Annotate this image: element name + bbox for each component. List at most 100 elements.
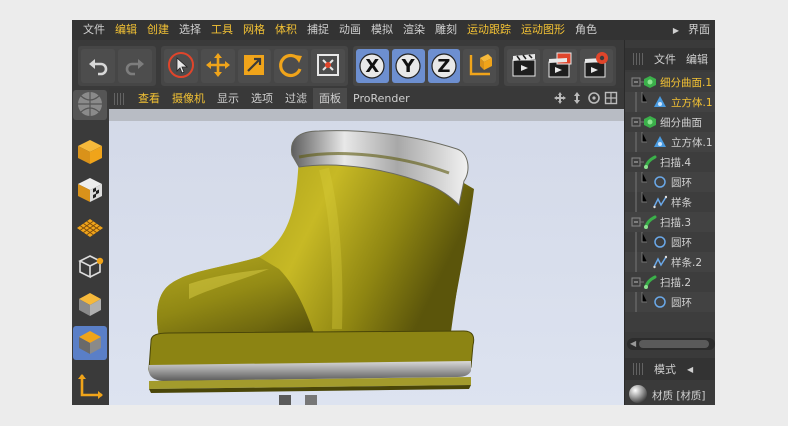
model-mode-button[interactable] bbox=[73, 136, 107, 170]
cube-icon bbox=[75, 137, 105, 170]
transform-button[interactable] bbox=[311, 49, 345, 83]
tree-row[interactable]: 扫描.4 bbox=[625, 152, 715, 172]
menu-item-10[interactable]: 渲染 bbox=[398, 20, 430, 40]
cube-object-icon bbox=[653, 95, 667, 112]
material-sphere-icon bbox=[628, 384, 648, 406]
scrollbar-thumb[interactable] bbox=[639, 340, 709, 348]
axis-mode-button[interactable] bbox=[73, 370, 107, 404]
redo-button[interactable] bbox=[118, 49, 152, 83]
edges-mode-button[interactable] bbox=[73, 288, 107, 322]
tree-row[interactable]: 圆环 bbox=[625, 292, 715, 312]
scale-button[interactable] bbox=[237, 49, 272, 83]
menu-item-7[interactable]: 捕捉 bbox=[302, 20, 334, 40]
render-picture-viewer-button[interactable] bbox=[543, 49, 577, 83]
viewport-solo-button[interactable] bbox=[73, 90, 107, 120]
edge-cube-icon bbox=[75, 289, 105, 322]
pan-icon[interactable] bbox=[553, 91, 567, 108]
workplane-mode-button[interactable] bbox=[73, 212, 107, 246]
x-axis-label: X bbox=[365, 56, 380, 77]
viewport-menu-6[interactable]: ProRender bbox=[347, 88, 416, 109]
redo-icon bbox=[123, 53, 147, 80]
triangle-right-icon: ▶ bbox=[672, 25, 679, 35]
layout-menu-label: 界面 bbox=[688, 23, 710, 36]
undo-icon bbox=[86, 53, 110, 80]
tree-row[interactable]: 扫描.2 bbox=[625, 272, 715, 292]
y-axis-label: Y bbox=[401, 56, 415, 77]
3d-viewport[interactable] bbox=[109, 109, 624, 405]
menu-item-3[interactable]: 选择 bbox=[174, 20, 206, 40]
scale-icon bbox=[241, 52, 267, 81]
circle-spline-icon bbox=[653, 295, 667, 312]
viewport-menu-4[interactable]: 过滤 bbox=[279, 88, 313, 109]
tree-row[interactable]: 圆环 bbox=[625, 232, 715, 252]
tree-row[interactable]: 细分曲面 bbox=[625, 112, 715, 132]
menu-item-5[interactable]: 网格 bbox=[238, 20, 270, 40]
mode-menu[interactable]: 模式 bbox=[649, 361, 681, 377]
points-mode-button[interactable] bbox=[73, 250, 107, 284]
x-axis-button[interactable]: X bbox=[356, 49, 389, 83]
viewport-menu-5[interactable]: 面板 bbox=[313, 88, 347, 109]
triangle-right-icon[interactable]: ◀ bbox=[687, 365, 693, 374]
move-button[interactable] bbox=[200, 49, 235, 83]
menu-item-2[interactable]: 创建 bbox=[142, 20, 174, 40]
cursor-selection-icon bbox=[166, 50, 196, 83]
coordinate-system-button[interactable] bbox=[463, 49, 496, 83]
menu-item-8[interactable]: 动画 bbox=[334, 20, 366, 40]
menu-item-6[interactable]: 体积 bbox=[270, 20, 302, 40]
render-view-button[interactable] bbox=[507, 49, 541, 83]
zoom-icon[interactable] bbox=[570, 91, 584, 108]
undo-redo-group bbox=[78, 46, 156, 86]
undo-button[interactable] bbox=[81, 49, 115, 83]
render-settings-button[interactable] bbox=[579, 49, 613, 83]
tree-item-label: 扫描.4 bbox=[660, 156, 692, 169]
object-tree-scrollbar[interactable]: ◀ bbox=[627, 338, 715, 350]
render-viewer-icon bbox=[545, 50, 575, 83]
menu-item-12[interactable]: 运动跟踪 bbox=[462, 20, 516, 40]
polygons-mode-button[interactable] bbox=[73, 326, 107, 360]
panel-grip-icon bbox=[633, 363, 643, 375]
texture-mode-button[interactable] bbox=[73, 174, 107, 208]
layout-menu[interactable]: ▶ 界面 bbox=[662, 20, 715, 40]
menu-item-14[interactable]: 角色 bbox=[570, 20, 602, 40]
tree-item-label: 样条 bbox=[671, 196, 692, 209]
menu-item-9[interactable]: 模拟 bbox=[366, 20, 398, 40]
tree-connector-icon bbox=[630, 92, 650, 112]
tree-row[interactable]: 立方体.1 bbox=[625, 132, 715, 152]
coordinate-system-icon bbox=[466, 51, 494, 82]
menu-item-11[interactable]: 雕刻 bbox=[430, 20, 462, 40]
maximize-view-icon[interactable] bbox=[604, 91, 618, 108]
mode-toolbar bbox=[72, 86, 108, 405]
material-row: 材质 [材质] bbox=[625, 384, 715, 405]
object-manager-edit-menu[interactable]: 编辑 bbox=[681, 51, 713, 67]
live-selection-button[interactable] bbox=[164, 49, 198, 83]
menu-item-1[interactable]: 编辑 bbox=[110, 20, 142, 40]
z-axis-label: Z bbox=[437, 56, 451, 77]
viewport-menu-3[interactable]: 选项 bbox=[245, 88, 279, 109]
tree-item-label: 细分曲面.1 bbox=[660, 76, 713, 89]
scroll-left-icon[interactable]: ◀ bbox=[630, 339, 636, 348]
tree-connector-icon bbox=[630, 192, 650, 212]
rotate-button[interactable] bbox=[274, 49, 309, 83]
tree-row[interactable]: 样条 bbox=[625, 192, 715, 212]
y-axis-button[interactable]: Y bbox=[391, 49, 425, 83]
menu-item-4[interactable]: 工具 bbox=[206, 20, 238, 40]
object-tree: 细分曲面.1 立方体.1 细分曲面 立方体.1 扫描.4 圆环 样条 扫描.3 圆环 样条.2 扫描… bbox=[625, 72, 715, 332]
object-manager-file-menu[interactable]: 文件 bbox=[649, 51, 681, 67]
z-axis-button[interactable]: Z bbox=[427, 49, 461, 83]
menu-item-0[interactable]: 文件 bbox=[78, 20, 110, 40]
viewport-menu-2[interactable]: 显示 bbox=[211, 88, 245, 109]
tree-row[interactable]: 细分曲面.1 bbox=[625, 72, 715, 92]
right-panel: 文件 编辑 细分曲面.1 立方体.1 细分曲面 立方体.1 扫描.4 圆环 样条 扫描.3 圆环… bbox=[624, 40, 715, 405]
tree-row[interactable]: 样条.2 bbox=[625, 252, 715, 272]
viewport-menu-1[interactable]: 摄像机 bbox=[166, 88, 211, 109]
transform-icon bbox=[314, 51, 342, 82]
orbit-icon[interactable] bbox=[587, 91, 601, 108]
menu-item-13[interactable]: 运动图形 bbox=[516, 20, 570, 40]
subdivision-icon bbox=[643, 75, 657, 92]
tree-row[interactable]: 立方体.1 bbox=[625, 92, 715, 112]
panel-grip-icon bbox=[114, 92, 126, 105]
tree-item-label: 圆环 bbox=[671, 296, 692, 309]
viewport-menu-0[interactable]: 查看 bbox=[132, 88, 166, 109]
tree-row[interactable]: 圆环 bbox=[625, 172, 715, 192]
tree-row[interactable]: 扫描.3 bbox=[625, 212, 715, 232]
